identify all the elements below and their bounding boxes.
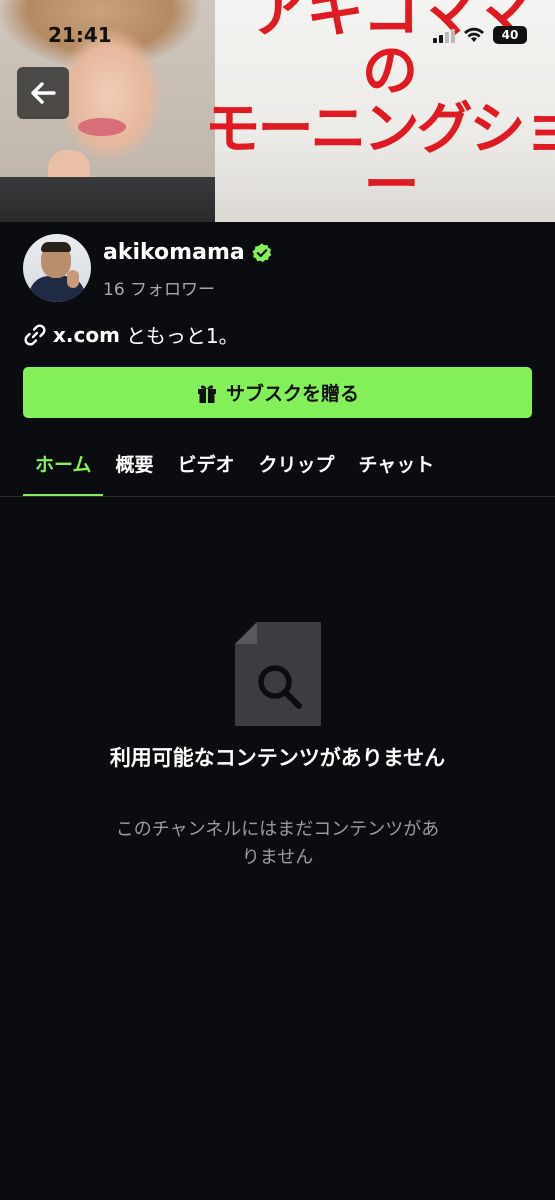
gift-subscription-label: サブスクを贈る bbox=[225, 383, 359, 405]
status-time: 21:41 bbox=[48, 23, 112, 47]
empty-document-search-icon bbox=[235, 622, 321, 726]
cellular-signal-icon bbox=[433, 27, 455, 43]
battery-level: 40 bbox=[501, 28, 519, 42]
empty-state-title: 利用可能なコンテンツがありません bbox=[109, 746, 446, 770]
tabs-divider bbox=[0, 496, 555, 497]
tab-chat[interactable]: チャット bbox=[346, 440, 446, 497]
status-icons: 40 bbox=[433, 26, 527, 44]
verified-badge-icon bbox=[252, 242, 271, 262]
tab-home[interactable]: ホーム bbox=[23, 440, 104, 497]
link-suffix: ともっと1。 bbox=[125, 324, 239, 348]
follower-count: 16 フォロワー bbox=[103, 280, 216, 300]
tab-about[interactable]: 概要 bbox=[103, 440, 165, 497]
tab-videos[interactable]: ビデオ bbox=[165, 440, 246, 497]
empty-state-subtitle: このチャンネルにはまだコンテンツがありません bbox=[115, 819, 440, 868]
battery-icon: 40 bbox=[493, 26, 527, 44]
status-bar: 21:41 40 bbox=[0, 0, 555, 70]
gift-subscription-button[interactable]: サブスクを贈る bbox=[23, 367, 532, 418]
social-link-row[interactable]: x.com ともっと1。 bbox=[23, 320, 239, 349]
link-icon bbox=[24, 323, 46, 346]
channel-screen: アキコママ の モーニングショー 21:41 40 akikomama 16 フ… bbox=[0, 0, 555, 1200]
gift-icon bbox=[197, 384, 216, 403]
wifi-icon bbox=[464, 27, 484, 42]
channel-name: akikomama bbox=[103, 240, 245, 265]
tab-clips[interactable]: クリップ bbox=[246, 440, 346, 497]
profile-name-row: akikomama bbox=[103, 240, 273, 265]
link-url[interactable]: x.com bbox=[53, 323, 120, 347]
channel-avatar[interactable] bbox=[23, 234, 91, 302]
back-button[interactable] bbox=[17, 67, 69, 119]
channel-tabs: ホーム 概要 ビデオ クリップ チャット bbox=[23, 440, 446, 497]
arrow-left-icon bbox=[31, 82, 56, 104]
banner-title-line3: モーニングショー bbox=[204, 97, 555, 218]
